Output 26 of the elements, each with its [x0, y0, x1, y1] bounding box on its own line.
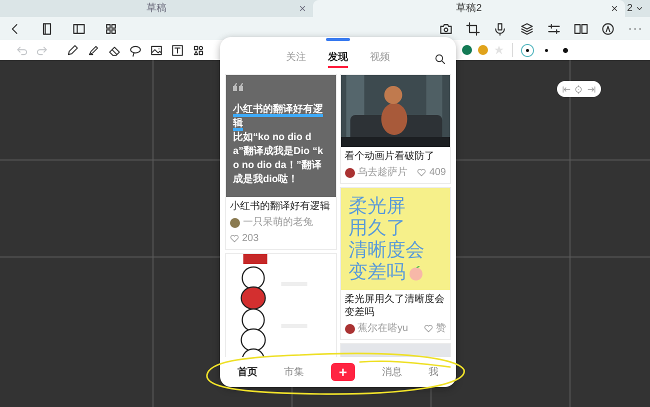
tab-count-button[interactable]: 2 — [627, 1, 644, 16]
cover-text: 柔光屏 — [348, 196, 406, 218]
document-tab[interactable]: 草稿2 — [313, 0, 625, 17]
quote-text: 比如“ko no dio da”翻译成我是Dio “ko no dio da！”翻译成是我dio哒！ — [233, 131, 324, 187]
nav-tab[interactable]: 我 — [428, 364, 439, 380]
author-name[interactable]: 一只呆萌的老兔 — [243, 215, 313, 230]
feed-tab[interactable]: 发现 — [328, 52, 348, 68]
like-count: 203 — [242, 232, 259, 246]
cover-text: 用久了 — [348, 218, 406, 240]
cover-text: 变差吗 — [348, 262, 406, 284]
post-title[interactable]: 小红书的翻译好有逻辑 — [226, 197, 336, 214]
highlight-text: 小红书的翻译好有逻辑 — [233, 103, 324, 131]
post-title[interactable]: 看个动画片看破防了 — [340, 147, 450, 164]
document-tab[interactable]: 草稿 — [0, 0, 313, 17]
feed-tab[interactable]: 视频 — [370, 52, 390, 68]
post-title[interactable]: 柔光屏用久了清晰度会变差吗 — [340, 290, 450, 320]
like-count: 409 — [429, 166, 446, 180]
feed-tab[interactable]: 关注 — [286, 52, 306, 68]
author-name[interactable]: 乌去趁萨片 — [358, 165, 408, 180]
like-count: 赞 — [436, 322, 446, 336]
add-button[interactable]: + — [330, 363, 355, 381]
nav-tab[interactable]: 市集 — [284, 364, 304, 380]
nav-tab[interactable]: 首页 — [237, 364, 258, 380]
cover-text: 清晰度会 — [348, 240, 424, 262]
author-name[interactable]: 蕉尔在嗒yu — [358, 321, 408, 336]
nav-tab[interactable]: 消息 — [382, 364, 402, 380]
